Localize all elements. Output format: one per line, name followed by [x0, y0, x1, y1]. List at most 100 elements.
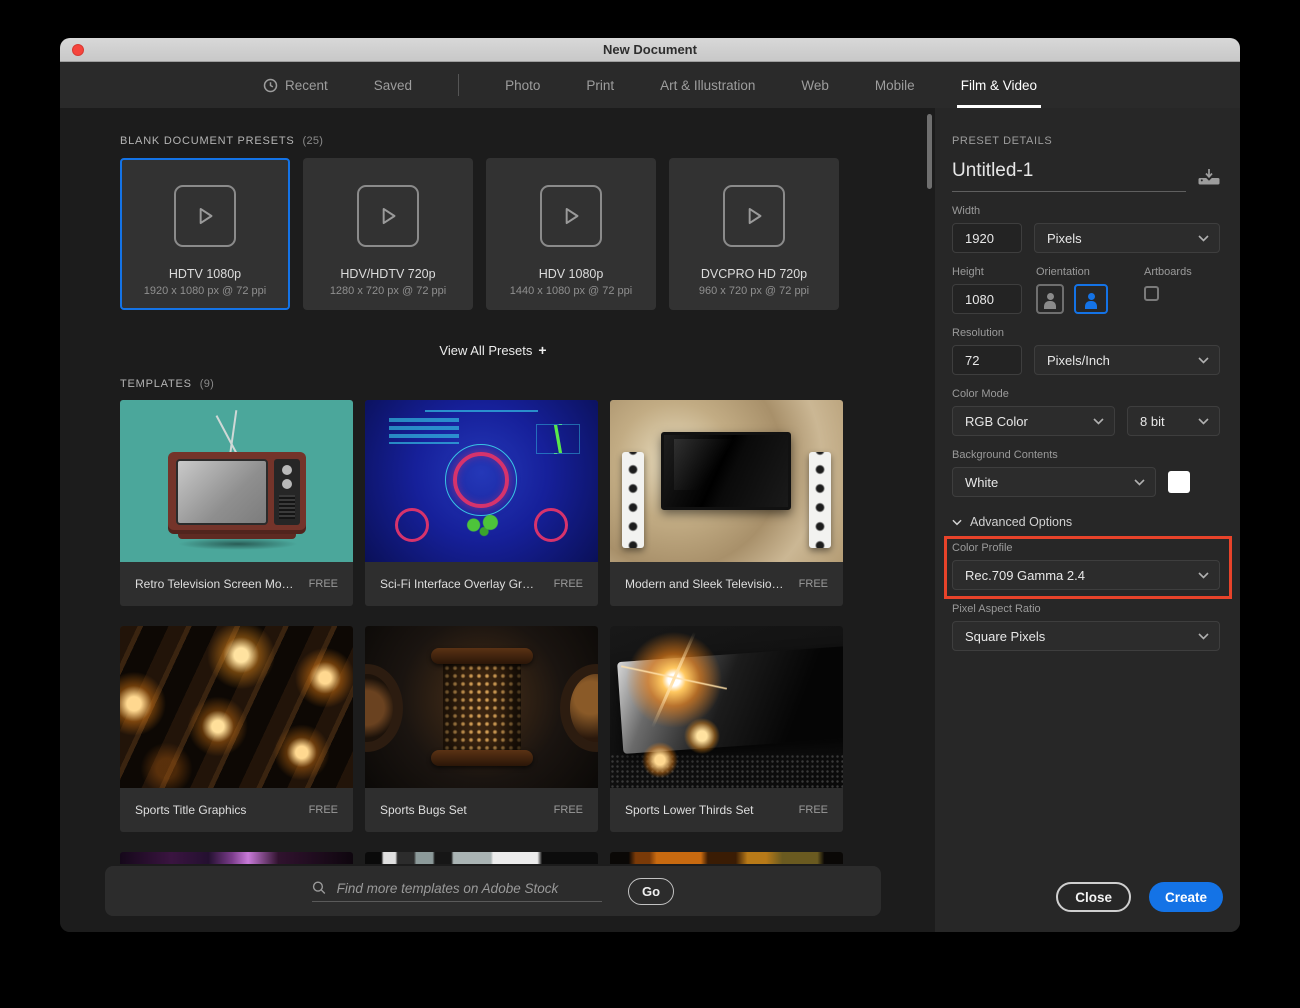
template-scifi-overlay[interactable]: Sci-Fi Interface Overlay Graphics FREE [365, 400, 598, 606]
preset-name: DVCPRO HD 720p [701, 267, 807, 281]
template-thumbnail-partial[interactable] [120, 852, 353, 864]
preset-name: HDTV 1080p [169, 267, 241, 281]
preset-hdv-hdtv-720p[interactable]: HDV/HDTV 720p 1280 x 720 px @ 72 ppi [303, 158, 473, 310]
chevron-down-icon [1198, 235, 1209, 242]
chevron-down-icon [1198, 633, 1209, 640]
search-input[interactable] [337, 881, 602, 896]
tab-divider [458, 74, 459, 96]
tab-label: Mobile [875, 78, 915, 93]
width-unit-value: Pixels [1047, 231, 1082, 246]
color-mode-dropdown[interactable]: RGB Color [952, 406, 1115, 436]
blank-presets-header: BLANK DOCUMENT PRESETS(25) [120, 135, 935, 147]
close-button[interactable]: Close [1056, 882, 1131, 912]
close-window-button[interactable] [72, 44, 84, 56]
template-thumbnail-partial[interactable] [365, 852, 598, 864]
tab-recent[interactable]: Recent [263, 62, 328, 108]
template-thumbnail [610, 400, 843, 562]
color-mode-label: Color Mode [952, 388, 1220, 400]
template-label-bar: Modern and Sleek Television Scr... FREE [610, 562, 843, 606]
tab-label: Saved [374, 78, 412, 93]
width-label: Width [952, 205, 1220, 217]
template-partial-row [120, 852, 935, 864]
template-thumbnail-partial[interactable] [610, 852, 843, 864]
tab-film-video[interactable]: Film & Video [961, 62, 1037, 108]
preset-dims: 1920 x 1080 px @ 72 ppi [144, 285, 266, 297]
tab-print[interactable]: Print [586, 62, 614, 108]
artboards-checkbox[interactable] [1144, 286, 1159, 301]
tab-art-illustration[interactable]: Art & Illustration [660, 62, 755, 108]
preset-dvcpro-hd-720p[interactable]: DVCPRO HD 720p 960 x 720 px @ 72 ppi [669, 158, 839, 310]
tab-label: Photo [505, 78, 540, 93]
color-mode-value: RGB Color [965, 414, 1028, 429]
template-label-bar: Retro Television Screen Mockup FREE [120, 562, 353, 606]
tab-saved[interactable]: Saved [374, 62, 412, 108]
template-name: Modern and Sleek Television Scr... [625, 577, 785, 591]
pixel-aspect-ratio-dropdown[interactable]: Square Pixels [952, 621, 1220, 651]
window-title: New Document [603, 42, 697, 57]
document-name-input[interactable]: Untitled-1 [952, 160, 1186, 192]
go-button[interactable]: Go [628, 878, 674, 905]
chevron-down-icon [1134, 479, 1145, 486]
orientation-landscape-button[interactable] [1074, 284, 1108, 314]
tab-web[interactable]: Web [801, 62, 829, 108]
view-all-label: View All Presets [439, 343, 532, 358]
template-modern-tv[interactable]: Modern and Sleek Television Scr... FREE [610, 400, 843, 606]
view-all-presets-button[interactable]: View All Presets+ [105, 342, 881, 358]
preset-dims: 1280 x 720 px @ 72 ppi [330, 285, 446, 297]
adobe-stock-search-bar: Go [105, 866, 881, 916]
bit-depth-dropdown[interactable]: 8 bit [1127, 406, 1220, 436]
tab-label: Art & Illustration [660, 78, 755, 93]
template-label-bar: Sci-Fi Interface Overlay Graphics FREE [365, 562, 598, 606]
preset-name: HDV/HDTV 720p [340, 267, 435, 281]
resolution-unit-dropdown[interactable]: Pixels/Inch [1034, 345, 1220, 375]
template-label-bar: Sports Lower Thirds Set FREE [610, 788, 843, 832]
free-badge: FREE [309, 804, 338, 816]
save-preset-icon[interactable] [1198, 168, 1220, 186]
template-sports-lower-thirds[interactable]: Sports Lower Thirds Set FREE [610, 626, 843, 832]
free-badge: FREE [799, 804, 828, 816]
template-name: Retro Television Screen Mockup [135, 577, 295, 591]
preset-row: HDTV 1080p 1920 x 1080 px @ 72 ppi HDV/H… [120, 158, 935, 310]
template-retro-tv[interactable]: Retro Television Screen Mockup FREE [120, 400, 353, 606]
tab-mobile[interactable]: Mobile [875, 62, 915, 108]
chevron-down-icon [1093, 418, 1104, 425]
play-icon [174, 185, 236, 247]
templates-header: TEMPLATES(9) [120, 378, 935, 390]
color-profile-value: Rec.709 Gamma 2.4 [965, 568, 1085, 583]
template-sports-title[interactable]: Sports Title Graphics FREE [120, 626, 353, 832]
preset-details-header: PRESET DETAILS [952, 135, 1220, 147]
create-button[interactable]: Create [1149, 882, 1223, 912]
preset-hdtv-1080p[interactable]: HDTV 1080p 1920 x 1080 px @ 72 ppi [120, 158, 290, 310]
search-field[interactable] [312, 880, 602, 902]
width-unit-dropdown[interactable]: Pixels [1034, 223, 1220, 253]
color-profile-label: Color Profile [952, 542, 1220, 554]
preset-name: HDV 1080p [539, 267, 604, 281]
chevron-down-icon [1198, 572, 1209, 579]
height-input[interactable] [952, 284, 1022, 314]
pixel-aspect-ratio-label: Pixel Aspect Ratio [952, 603, 1220, 615]
resolution-label: Resolution [952, 327, 1220, 339]
tab-label: Web [801, 78, 829, 93]
scrollbar[interactable] [927, 114, 932, 189]
template-sports-bugs[interactable]: Sports Bugs Set FREE [365, 626, 598, 832]
tab-photo[interactable]: Photo [505, 62, 540, 108]
template-row: Sports Title Graphics FREE Sports Bugs S… [120, 626, 935, 832]
background-color-swatch[interactable] [1168, 471, 1190, 493]
presets-templates-pane: BLANK DOCUMENT PRESETS(25) HDTV 1080p 19… [60, 108, 935, 932]
artboards-label: Artboards [1144, 266, 1192, 278]
advanced-options-toggle[interactable]: Advanced Options [952, 515, 1220, 529]
color-profile-dropdown[interactable]: Rec.709 Gamma 2.4 [952, 560, 1220, 590]
background-contents-label: Background Contents [952, 449, 1220, 461]
resolution-unit-value: Pixels/Inch [1047, 353, 1110, 368]
preset-details-panel: PRESET DETAILS Untitled-1 Width Pixels [935, 108, 1240, 932]
orientation-portrait-button[interactable] [1036, 284, 1064, 314]
template-thumbnail [365, 400, 598, 562]
width-input[interactable] [952, 223, 1022, 253]
resolution-input[interactable] [952, 345, 1022, 375]
template-name: Sports Lower Thirds Set [625, 803, 754, 817]
background-contents-dropdown[interactable]: White [952, 467, 1156, 497]
play-icon [540, 185, 602, 247]
play-icon [357, 185, 419, 247]
play-icon [723, 185, 785, 247]
preset-hdv-1080p[interactable]: HDV 1080p 1440 x 1080 px @ 72 ppi [486, 158, 656, 310]
